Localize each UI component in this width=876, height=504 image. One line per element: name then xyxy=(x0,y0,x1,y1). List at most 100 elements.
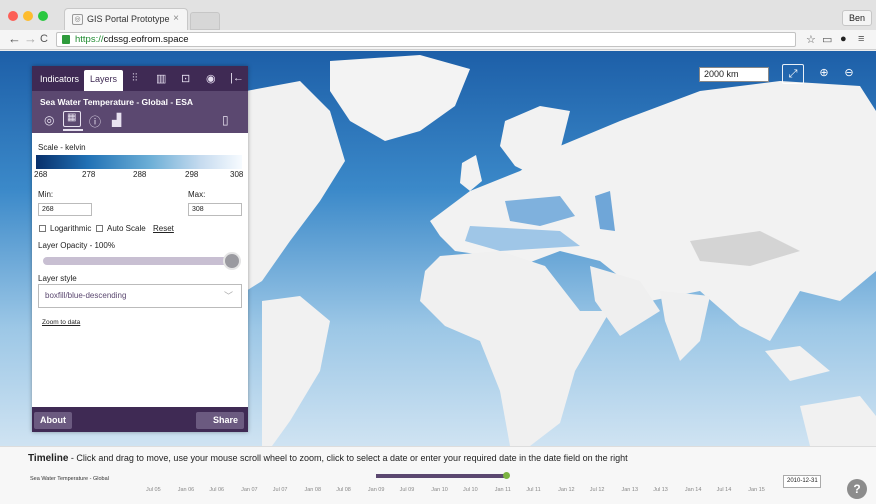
forward-arrow-icon[interactable]: → xyxy=(24,31,37,46)
timeline-tick-label: Jul 09 xyxy=(399,487,415,493)
timeline-tick-label: Jan 10 xyxy=(431,487,448,493)
share-button[interactable]: Share xyxy=(196,412,244,429)
timeline-tick-label: Jan 13 xyxy=(621,487,639,493)
zoom-to-data-link[interactable]: Zoom to data xyxy=(42,319,80,326)
timeline-instructions: - Click and drag to move, use your mouse… xyxy=(68,453,628,463)
logarithmic-checkbox[interactable] xyxy=(39,225,46,232)
opacity-label: Layer Opacity - 100% xyxy=(38,241,115,250)
auto-scale-label: Auto Scale xyxy=(107,224,146,233)
timeline-tick-label: Jul 10 xyxy=(463,487,478,493)
timeline-panel: Timeline - Click and drag to move, use y… xyxy=(0,446,876,504)
style-label: Layer style xyxy=(38,274,77,283)
timeline-tick-label: Jul 12 xyxy=(589,487,605,493)
eye-icon[interactable]: ◎ xyxy=(44,113,54,127)
chart-icon[interactable]: ▟ xyxy=(112,113,121,127)
auto-scale-checkbox[interactable] xyxy=(96,225,103,232)
scale-readout[interactable]: 2000 km xyxy=(699,67,769,82)
opacity-slider-track[interactable] xyxy=(43,257,241,265)
scale-tick: 278 xyxy=(82,170,96,179)
url-host: cdssg.eofrom.space xyxy=(103,34,189,45)
max-input[interactable]: 308 xyxy=(188,203,242,216)
about-button[interactable]: About xyxy=(34,412,72,429)
trash-icon[interactable]: ▯ xyxy=(222,113,229,127)
star-icon[interactable]: ☆ xyxy=(806,33,816,46)
timeline-layer-name: Sea Water Temperature - Global xyxy=(30,476,109,482)
address-toolbar: ← → C https://cdssg.eofrom.space ☆ ▭ ● ≡ xyxy=(0,30,876,50)
profile-button[interactable]: Ben xyxy=(841,10,872,26)
date-input[interactable]: 2010-12-31 xyxy=(783,475,821,488)
timeline-tick-label: Jul 06 xyxy=(209,487,225,493)
browser-tabbar: ◎ GIS Portal Prototype × Ben xyxy=(0,0,876,30)
timeline-tick-label: Jan 09 xyxy=(367,487,385,493)
maximize-window-button[interactable] xyxy=(38,11,48,21)
settings-icon: ▦ xyxy=(67,112,77,123)
chevron-down-icon: ﹀ xyxy=(223,291,233,301)
min-input[interactable]: 268 xyxy=(38,203,92,216)
timeline-tick-label: Jul 13 xyxy=(653,487,668,493)
min-label: Min: xyxy=(38,190,54,199)
color-scale-bar xyxy=(36,155,242,169)
scale-tick: 288 xyxy=(133,170,147,179)
timeline-tick-label: Jul 14 xyxy=(716,487,732,493)
timeline-tick-label: Jul 07 xyxy=(272,487,288,493)
new-tab-button[interactable] xyxy=(190,12,220,30)
back-arrow-icon[interactable]: ← xyxy=(8,31,21,46)
url-scheme: https:// xyxy=(75,34,104,45)
scale-tick: 298 xyxy=(185,170,199,179)
sliders-icon[interactable]: ⫶⫶ xyxy=(132,72,138,85)
timeline-tick-label: Jan 06 xyxy=(177,487,195,493)
layer-control-panel: Indicators Layers ⫶⫶ ▥ ⊡ ◉ |← Sea Water … xyxy=(32,66,248,432)
fullscreen-icon[interactable]: ⤢ xyxy=(782,64,804,84)
panel-footer: About Share xyxy=(32,407,248,432)
zoom-out-icon[interactable]: ⊖ xyxy=(838,64,860,84)
logarithmic-label: Logarithmic xyxy=(50,224,92,233)
browser-window: ◎ GIS Portal Prototype × Ben ← → C https… xyxy=(0,0,876,504)
timeline-title: Timeline xyxy=(28,453,69,464)
tab-layers[interactable]: Layers xyxy=(84,70,124,91)
style-value: boxfill/blue-descending xyxy=(45,291,127,300)
browser-tab[interactable]: ◎ GIS Portal Prototype × xyxy=(64,8,188,30)
help-icon[interactable]: ? xyxy=(847,479,867,499)
briefcase-icon[interactable]: ⊡ xyxy=(181,72,190,85)
map-icon[interactable]: ▥ xyxy=(156,72,166,85)
timeline-tick-label: Jan 12 xyxy=(558,487,575,493)
max-label: Max: xyxy=(188,190,206,199)
extension-icon[interactable]: ● xyxy=(840,33,847,45)
panel-tabbar: Indicators Layers ⫶⫶ ▥ ⊡ ◉ |← xyxy=(32,66,248,91)
cast-icon[interactable]: ▭ xyxy=(822,33,832,46)
reload-icon[interactable]: C xyxy=(40,33,48,45)
timeline-date-marker[interactable] xyxy=(503,472,510,479)
timeline-tick-label: Jan 14 xyxy=(684,487,702,493)
layer-title: Sea Water Temperature - Global - ESA xyxy=(40,97,194,107)
menu-icon[interactable]: ≡ xyxy=(858,33,864,45)
timeline-range-bar[interactable] xyxy=(376,474,506,478)
layer-style-select[interactable]: boxfill/blue-descending ﹀ xyxy=(38,284,242,308)
lock-icon xyxy=(62,35,70,44)
timeline-tick-label: Jul 08 xyxy=(336,487,351,493)
scale-label: Scale - kelvin xyxy=(38,143,86,152)
tab-title: GIS Portal Prototype xyxy=(87,14,170,24)
timeline-tick-label: Jan 15 xyxy=(748,487,765,493)
timeline-tick-label: Jan 08 xyxy=(304,487,322,493)
tab-indicators[interactable]: Indicators xyxy=(34,70,85,91)
collapse-icon[interactable]: |← xyxy=(230,72,244,84)
layer-header: Sea Water Temperature - Global - ESA ◎ ▦… xyxy=(32,91,248,133)
reset-link[interactable]: Reset xyxy=(153,224,174,233)
user-icon[interactable]: ◉ xyxy=(206,72,216,85)
timeline-tick-label: Jul 05 xyxy=(146,487,161,493)
opacity-slider-handle[interactable] xyxy=(223,252,241,270)
timeline-tick-label: Jul 11 xyxy=(526,487,541,493)
zoom-in-icon[interactable]: ⊕ xyxy=(813,64,835,84)
timeline-tick-label: Jan 07 xyxy=(241,487,258,493)
scale-tick: 308 xyxy=(230,170,244,179)
minimize-window-button[interactable] xyxy=(23,11,33,21)
scale-tick: 268 xyxy=(34,170,48,179)
active-tab-indicator xyxy=(63,129,83,131)
timeline-heading: Timeline - Click and drag to move, use y… xyxy=(28,453,628,464)
timeline-tick-label: Jan 11 xyxy=(494,487,511,493)
info-icon[interactable]: ⓘ xyxy=(89,113,101,130)
url-input[interactable]: https://cdssg.eofrom.space xyxy=(56,32,796,47)
tab-close-icon[interactable]: × xyxy=(173,13,179,24)
close-window-button[interactable] xyxy=(8,11,18,21)
globe-icon: ◎ xyxy=(72,14,83,25)
